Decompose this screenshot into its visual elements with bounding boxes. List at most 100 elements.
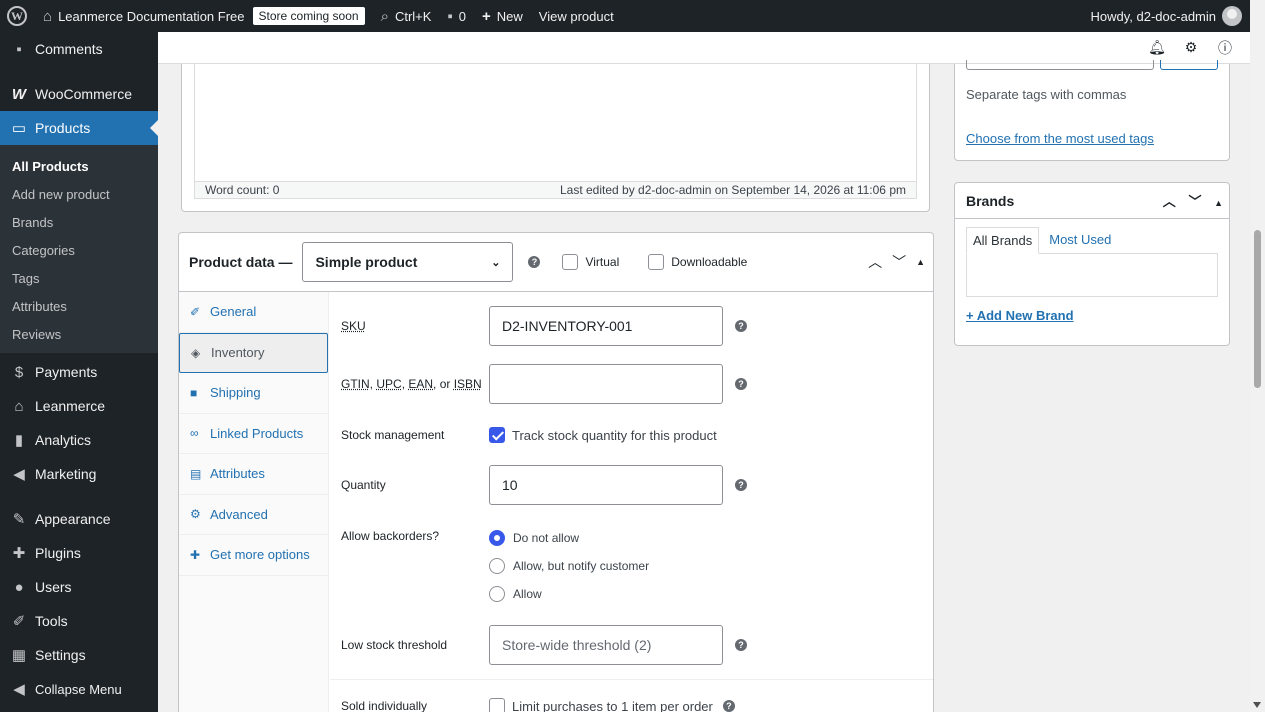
submenu-attributes[interactable]: Attributes [0,292,158,320]
bell-icon[interactable]: 🔔︎ [1140,39,1174,56]
howdy-text: Howdy, d2-doc-admin [1090,8,1216,24]
tag-input[interactable] [966,60,1154,70]
plugin-icon: ✚ [12,545,26,562]
tab-inventory[interactable]: ◈ Inventory [179,332,328,373]
command-palette-button[interactable]: ⌕ Ctrl+K [373,0,440,32]
low-stock-input[interactable]: Store-wide threshold (2) [489,625,723,665]
products-icon: ▭ [11,120,27,137]
store-coming-soon-badge[interactable]: Store coming soon [252,7,365,25]
help-icon[interactable]: ⓘ [1208,38,1242,58]
downloadable-checkbox[interactable]: Downloadable [648,254,747,270]
help-icon[interactable]: ? [528,256,541,268]
view-product-label: View product [538,8,614,24]
menu-woocommerce[interactable]: W WooCommerce [0,77,158,111]
plus-icon: + [482,7,491,25]
menu-users[interactable]: ● Users [0,570,158,604]
backorder-option-no[interactable]: Do not allow [489,529,649,547]
quantity-input[interactable]: 10 [489,465,723,505]
settings-icon: ▦ [11,647,27,664]
menu-label: Plugins [35,545,81,561]
gtin-sep: , or [433,377,454,391]
backorder-option-notify[interactable]: Allow, but notify customer [489,557,649,575]
backorder-option-allow[interactable]: Allow [489,585,649,603]
submenu-add-new-product[interactable]: Add new product [0,180,158,208]
menu-payments[interactable]: $ Payments [0,355,158,389]
store-icon: ⌂ [14,397,24,415]
add-tag-button[interactable] [1160,60,1218,70]
help-icon[interactable]: ? [735,320,747,332]
tab-attributes[interactable]: ▤ Attributes [179,454,328,495]
tab-all-brands[interactable]: All Brands [966,227,1040,254]
account-menu[interactable]: Howdy, d2-doc-admin [1083,0,1250,32]
move-up-icon[interactable]: ︿ [868,252,882,272]
menu-settings[interactable]: ▦ Settings [0,638,158,672]
menu-marketing[interactable]: ◀ Marketing [0,457,158,491]
track-stock-checkbox[interactable] [489,427,505,443]
scrollbar-thumb[interactable] [1254,230,1261,388]
menu-appearance[interactable]: ✎ Appearance [0,502,158,536]
products-submenu: All Products Add new product Brands Cate… [0,145,158,353]
menu-label: Payments [35,364,98,380]
site-name-link[interactable]: ⌂ Leanmerce Documentation Free [35,0,253,32]
menu-label: Products [35,120,91,136]
menu-comments[interactable]: ▪ Comments [0,32,158,66]
help-icon[interactable]: ? [735,639,747,651]
brands-list[interactable] [966,253,1218,297]
move-down-icon[interactable]: ﹀ [892,252,906,272]
tab-label: Inventory [211,345,265,361]
radio[interactable] [489,558,505,574]
sku-input[interactable]: D2-INVENTORY-001 [489,306,723,346]
most-used-tags-link[interactable]: Choose from the most used tags [966,131,1154,146]
new-content-button[interactable]: + New [474,0,531,32]
comment-icon: ▪ [16,40,22,58]
move-up-icon[interactable]: ︿ [1163,194,1176,209]
wrench-icon: ✐ [12,613,26,630]
upc-abbr: UPC [376,377,402,391]
comments-button[interactable]: ▪ 0 [439,0,474,32]
payments-icon: $ [14,363,24,381]
sold-individually-checkbox[interactable] [489,698,505,712]
help-icon[interactable]: ? [722,700,735,712]
last-edited: Last edited by d2-doc-admin on September… [559,183,906,197]
virtual-checkbox-box[interactable] [562,254,579,270]
menu-analytics[interactable]: ▮ Analytics [0,423,158,457]
scroll-down-icon[interactable] [1253,702,1261,708]
product-type-select[interactable]: Simple product ⌄ [302,242,514,282]
submenu-all-products[interactable]: All Products [0,152,158,180]
tab-general[interactable]: ✐ General [179,292,328,333]
gear-icon[interactable]: ⚙ [1174,39,1208,56]
move-down-icon[interactable]: ﹀ [1188,194,1201,209]
tab-shipping[interactable]: ■ Shipping [179,373,328,414]
megaphone-icon: ◀ [13,466,25,483]
radio-selected[interactable] [489,530,505,546]
page-scrollbar[interactable] [1250,0,1265,712]
toggle-panel-icon[interactable]: ▲ [1214,198,1223,208]
submenu-reviews[interactable]: Reviews [0,320,158,348]
tab-most-used-brands[interactable]: Most Used [1039,227,1121,254]
submenu-tags[interactable]: Tags [0,264,158,292]
submenu-categories[interactable]: Categories [0,236,158,264]
menu-label: Collapse Menu [35,681,122,697]
tab-advanced[interactable]: ⚙ Advanced [179,495,328,535]
downloadable-checkbox-box[interactable] [648,254,665,270]
radio[interactable] [489,586,505,602]
toggle-panel-icon[interactable]: ▲ [916,257,925,267]
menu-leanmerce[interactable]: ⌂ Leanmerce [0,389,158,423]
submenu-brands[interactable]: Brands [0,208,158,236]
virtual-checkbox[interactable]: Virtual [562,254,619,270]
help-icon[interactable]: ? [735,378,747,390]
help-icon[interactable]: ? [735,479,747,491]
collapse-menu-button[interactable]: ◀ Collapse Menu [0,672,158,706]
tab-get-more-options[interactable]: ✚ Get more options [179,535,328,576]
menu-tools[interactable]: ✐ Tools [0,604,158,638]
view-product-link[interactable]: View product [531,0,622,32]
comments-count: 0 [458,8,467,24]
menu-products[interactable]: ▭ Products [0,111,158,145]
gtin-abbr: GTIN [341,377,370,391]
wordpress-logo-button[interactable]: W [0,0,35,32]
tab-linked-products[interactable]: ∞ Linked Products [179,414,328,454]
gtin-input[interactable] [489,364,723,404]
menu-plugins[interactable]: ✚ Plugins [0,536,158,570]
description-editor[interactable]: Word count: 0 Last edited by d2-doc-admi… [194,64,917,199]
add-new-brand-link[interactable]: + Add New Brand [966,308,1074,323]
